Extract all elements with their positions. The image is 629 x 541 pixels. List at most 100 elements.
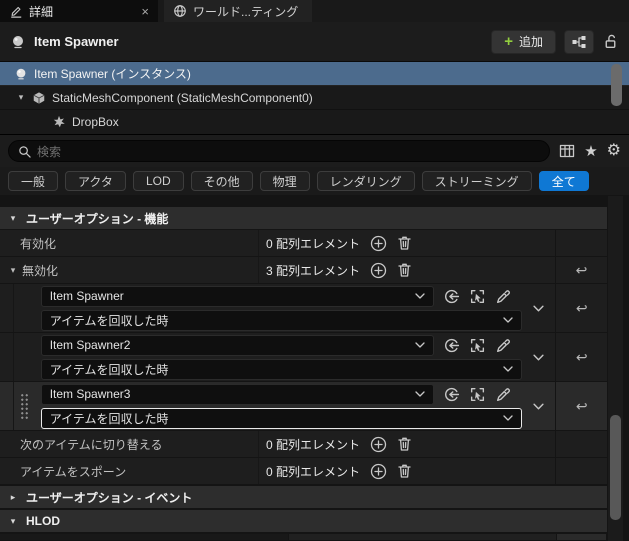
filter-general[interactable]: 一般 (8, 171, 59, 191)
property-row-switch-next: 次のアイテムに切り替える 0 配列エレメント (0, 431, 607, 457)
filter-all[interactable]: 全て (538, 171, 589, 191)
use-selected-icon[interactable] (443, 386, 460, 403)
section-events-label: ユーザーオプション - イベント (26, 490, 193, 505)
use-selected-icon[interactable] (443, 288, 460, 305)
drag-handle[interactable] (14, 333, 36, 381)
target-actor-dropdown[interactable]: Item Spawner2 (40, 334, 434, 356)
scrollbar-thumb[interactable] (610, 415, 621, 520)
element-expander[interactable] (522, 382, 556, 430)
cube-icon (32, 91, 46, 105)
property-grid: ▾ ユーザーオプション - 機能 有効化 0 配列エレメント ▾ 無効化 3 配… (0, 195, 629, 540)
pick-object-icon[interactable] (469, 386, 486, 403)
pick-object-icon[interactable] (469, 337, 486, 354)
expander-down-icon[interactable]: ▾ (8, 265, 18, 276)
tree-dropbox-label: DropBox (72, 115, 119, 129)
drag-handle[interactable] (14, 382, 36, 430)
row-index-gutter (0, 333, 14, 381)
tree-row-staticmesh[interactable]: ▾ StaticMeshComponent (StaticMeshCompone… (0, 86, 629, 110)
property-name: アイテムをスポーン (20, 464, 127, 479)
array-element-row: Item Spawner2 アイテムを回収した時 ↩ (0, 333, 607, 381)
selected-actor-title: Item Spawner (34, 34, 119, 49)
element-expander[interactable] (522, 284, 556, 332)
array-count-label: 3 配列エレメント (266, 263, 361, 278)
tree-scrollbar-thumb[interactable] (611, 64, 622, 106)
display-filter-icon[interactable] (559, 143, 575, 159)
static-mesh-icon (52, 115, 66, 129)
close-icon[interactable]: × (141, 5, 149, 18)
actor-orb-icon (14, 67, 28, 81)
plus-icon: + (504, 33, 513, 50)
chevron-down-icon (503, 317, 513, 323)
chevron-down-icon (503, 415, 513, 421)
settings-gear-icon[interactable]: ⚙ (607, 143, 621, 159)
tree-root-label: Item Spawner (インスタンス) (34, 67, 191, 81)
trash-icon[interactable] (397, 436, 412, 452)
edit-blueprint-button[interactable] (564, 29, 594, 54)
filter-actor[interactable]: アクタ (65, 171, 126, 191)
blueprint-graph-icon (571, 34, 587, 50)
chevron-down-icon (415, 293, 425, 299)
revert-icon[interactable]: ↩ (576, 350, 588, 364)
element-expander[interactable] (522, 333, 556, 381)
filter-misc[interactable]: その他 (190, 171, 253, 191)
eyedropper-icon[interactable] (495, 337, 512, 354)
tree-row-root[interactable]: Item Spawner (インスタンス) (0, 62, 629, 86)
eyedropper-icon[interactable] (495, 288, 512, 305)
section-hlod[interactable]: ▾ HLOD (0, 510, 607, 532)
expander-down-icon[interactable]: ▾ (16, 92, 26, 103)
expander-right-icon: ▸ (10, 491, 16, 502)
filter-streaming[interactable]: ストリーミング (421, 171, 532, 191)
add-element-icon[interactable] (370, 436, 387, 453)
property-name: 有効化 (20, 236, 57, 251)
search-input[interactable]: 検索 (8, 140, 551, 162)
details-header: Item Spawner + 追加 (0, 22, 629, 62)
filter-physics[interactable]: 物理 (259, 171, 310, 191)
section-user-options-events[interactable]: ▸ ユーザーオプション - イベント (0, 486, 607, 508)
add-component-button[interactable]: + 追加 (491, 29, 556, 54)
property-name: ▾ 無効化 (0, 257, 258, 283)
target-actor-dropdown[interactable]: Item Spawner (40, 285, 434, 307)
property-row-disabled: ▾ 無効化 3 配列エレメント ↩ (0, 257, 607, 283)
row-index-gutter (0, 284, 14, 332)
section-hlod-label: HLOD (26, 514, 60, 528)
property-row-spawn: アイテムをスポーン 0 配列エレメント (0, 458, 607, 484)
add-element-icon[interactable] (370, 262, 387, 279)
revert-icon[interactable]: ↩ (576, 399, 588, 413)
tab-world-settings[interactable]: ワールド...ティング (164, 0, 312, 22)
property-row-enabled: 有効化 0 配列エレメント (0, 230, 607, 256)
row-index-gutter (0, 382, 14, 430)
add-element-icon[interactable] (370, 463, 387, 480)
add-element-icon[interactable] (370, 235, 387, 252)
target-actor-dropdown[interactable]: Item Spawner3 (40, 383, 434, 405)
use-selected-icon[interactable] (443, 337, 460, 354)
tab-details[interactable]: 詳細 × (0, 0, 158, 22)
search-placeholder: 検索 (37, 144, 62, 159)
eyedropper-icon[interactable] (495, 386, 512, 403)
chevron-down-icon (415, 342, 425, 348)
clipped-bottom-row (0, 534, 607, 540)
array-count-label: 0 配列エレメント (266, 437, 361, 452)
trash-icon[interactable] (397, 463, 412, 479)
revert-icon[interactable]: ↩ (576, 301, 588, 315)
revert-icon[interactable]: ↩ (576, 263, 588, 277)
actor-orb-icon (10, 34, 26, 50)
event-dropdown[interactable]: アイテムを回収した時 (40, 407, 522, 429)
property-name: 次のアイテムに切り替える (20, 437, 163, 452)
lock-open-icon[interactable] (602, 33, 619, 50)
pick-object-icon[interactable] (469, 288, 486, 305)
event-dropdown[interactable]: アイテムを回収した時 (40, 358, 522, 380)
event-dropdown[interactable]: アイテムを回収した時 (40, 309, 522, 331)
pencil-icon (9, 4, 23, 18)
favorites-star-icon[interactable]: ★ (584, 144, 597, 159)
chevron-down-icon (503, 366, 513, 372)
trash-icon[interactable] (397, 262, 412, 278)
trash-icon[interactable] (397, 235, 412, 251)
section-user-options-features[interactable]: ▾ ユーザーオプション - 機能 (0, 207, 607, 229)
expander-down-icon: ▾ (10, 212, 16, 223)
filter-lod[interactable]: LOD (132, 171, 184, 191)
filter-rendering[interactable]: レンダリング (316, 171, 415, 191)
tree-row-dropbox[interactable]: DropBox (0, 110, 629, 134)
drag-handle[interactable] (14, 284, 36, 332)
tab-bar: 詳細 × ワールド...ティング (0, 0, 629, 22)
component-tree: Item Spawner (インスタンス) ▾ StaticMeshCompon… (0, 62, 629, 135)
